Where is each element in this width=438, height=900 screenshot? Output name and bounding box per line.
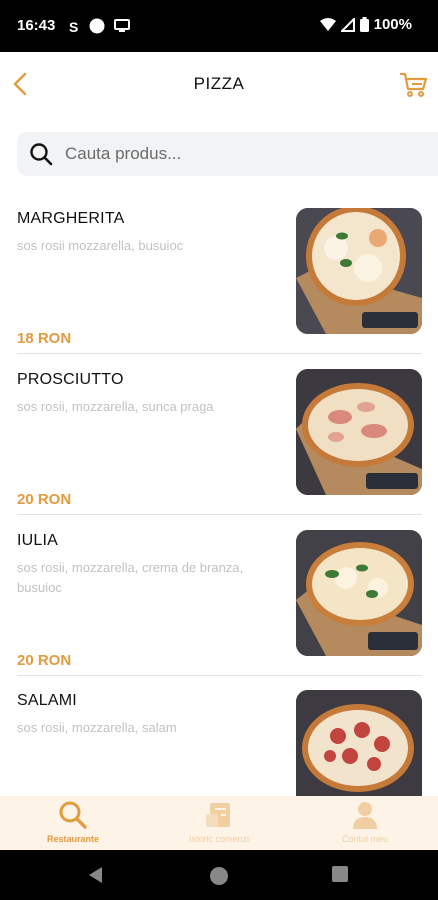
cart-button[interactable] xyxy=(396,68,432,102)
dot-icon xyxy=(89,18,105,34)
signal-icon xyxy=(340,17,355,32)
nav-item-contul-meu[interactable]: Contul meu xyxy=(292,796,438,850)
battery-level: 100% xyxy=(373,16,412,33)
nav-label: Restaurante xyxy=(46,834,100,844)
product-image xyxy=(296,369,422,495)
product-price: 20 RON xyxy=(17,491,72,508)
svg-text:S: S xyxy=(69,19,78,34)
product-price: 20 RON xyxy=(17,652,72,669)
search-bar xyxy=(17,132,438,176)
page-title: PIZZA xyxy=(193,74,245,93)
product-item-iulia[interactable]: IULIA sos rosii, mozzarella, crema de br… xyxy=(17,530,422,676)
nav-label: Istoric comenzi xyxy=(188,834,250,844)
sim-icon: S xyxy=(69,19,78,34)
search-input[interactable] xyxy=(65,132,415,176)
product-name: SALAMI xyxy=(17,692,77,709)
status-right: 100% xyxy=(319,16,412,33)
system-recents-icon[interactable] xyxy=(331,865,349,883)
search-icon xyxy=(30,143,53,166)
system-back-icon[interactable] xyxy=(86,865,106,885)
receipt-icon xyxy=(206,803,230,827)
wifi-icon xyxy=(319,17,336,31)
system-home-icon[interactable] xyxy=(208,865,230,887)
product-description: sos rosii, mozzarella, sunca praga xyxy=(17,399,214,414)
bottom-navigation: Restaurante Istoric comenzi Contul meu xyxy=(0,796,438,850)
nav-label: Contul meu xyxy=(341,834,389,844)
product-description: sos rosii, mozzarella, crema de branza, … xyxy=(17,560,244,595)
nav-item-restaurante[interactable]: Restaurante xyxy=(0,796,146,850)
status-time: 16:43 xyxy=(17,17,56,34)
status-bar: 16:43 S 100% xyxy=(0,0,438,52)
product-image xyxy=(296,208,422,334)
cart-icon xyxy=(400,72,428,97)
notification-icons: S xyxy=(68,18,130,34)
product-name: MARGHERITA xyxy=(17,210,125,227)
battery-icon xyxy=(359,17,369,32)
product-name: PROSCIUTTO xyxy=(17,371,124,388)
app-bar: PIZZA xyxy=(0,52,438,116)
product-image xyxy=(296,530,422,656)
product-name: IULIA xyxy=(17,532,59,549)
product-price: 18 RON xyxy=(17,330,72,347)
search-icon xyxy=(59,801,87,829)
nav-item-istoric-comenzi[interactable]: Istoric comenzi xyxy=(146,796,292,850)
user-icon xyxy=(353,802,377,829)
cast-icon xyxy=(114,19,130,32)
system-navigation-bar xyxy=(0,850,438,900)
product-item-prosciutto[interactable]: PROSCIUTTO sos rosii, mozzarella, sunca … xyxy=(17,369,422,515)
product-item-margherita[interactable]: MARGHERITA sos rosii mozzarella, busuioc… xyxy=(17,208,422,354)
product-description: sos rosii, mozzarella, salam xyxy=(17,720,177,735)
product-description: sos rosii mozzarella, busuioc xyxy=(17,238,184,253)
